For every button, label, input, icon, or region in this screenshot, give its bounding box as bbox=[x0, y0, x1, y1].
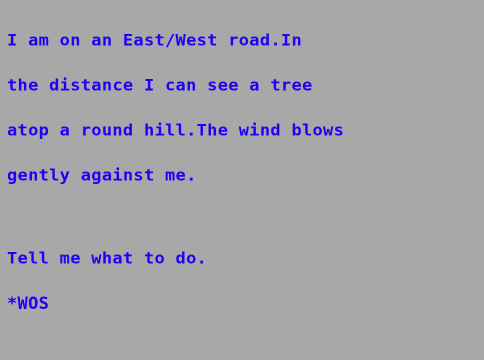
game-screen: I am on an East/West road.In the distanc… bbox=[0, 0, 484, 360]
description-line-2: the distance I can see a tree bbox=[7, 76, 313, 96]
description-line-1: I am on an East/West road.In bbox=[7, 31, 302, 51]
description-line-3: atop a round hill.The wind blows bbox=[7, 121, 345, 141]
description-line-4: gently against me. bbox=[7, 166, 197, 186]
prompt-text: Tell me what to do. bbox=[7, 249, 208, 269]
text-output: I am on an East/West road.In the distanc… bbox=[7, 4, 481, 342]
command-input[interactable]: *WOS bbox=[7, 296, 481, 313]
